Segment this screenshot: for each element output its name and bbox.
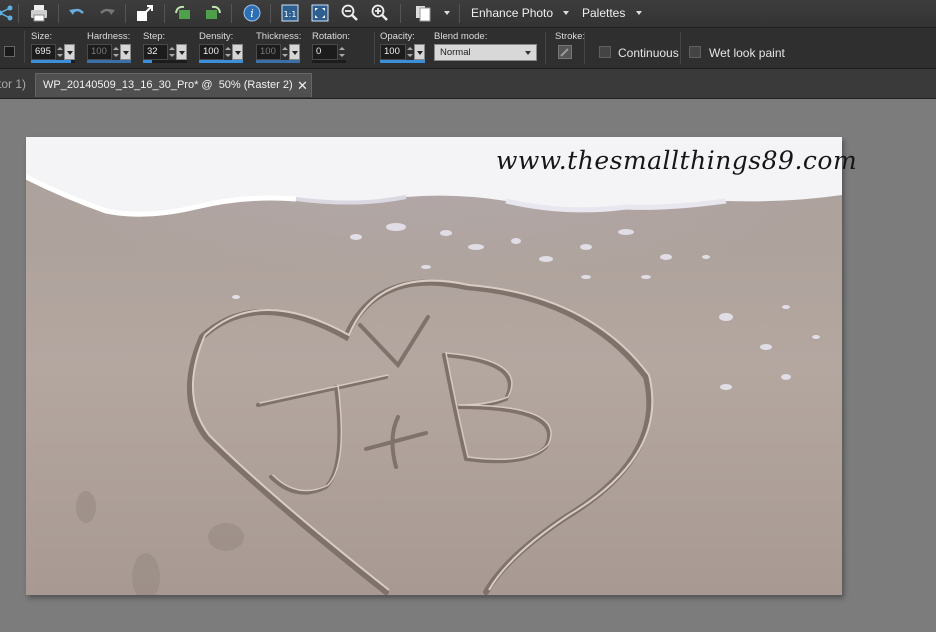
option-level-bar [199,60,243,63]
slider-dropdown-icon[interactable] [414,44,425,60]
option-label-0: Size: [31,31,53,42]
document-icon[interactable] [412,2,434,24]
stroke-label: Stroke: [555,31,586,42]
rotate-right-icon[interactable] [202,2,224,24]
enhance-photo-menu[interactable]: Enhance Photo [471,6,553,20]
option-label-5: Rotation: [312,31,351,42]
slider-dropdown-icon[interactable] [120,44,131,60]
option-value-2[interactable]: 32 [143,44,168,60]
share-icon[interactable] [0,2,16,24]
palettes-caret-icon[interactable] [636,11,642,15]
option-level-bar [256,60,300,63]
close-tab-icon[interactable]: ✕ [297,79,308,92]
info-icon[interactable]: i [241,2,263,24]
option-label-3: Density: [199,31,234,42]
brush-shape-swatch[interactable] [4,46,15,57]
redo-icon[interactable] [96,2,118,24]
slider-dropdown-icon[interactable] [64,44,75,60]
tab-previous-document[interactable]: tor 1) [0,69,31,98]
undo-icon[interactable] [66,2,88,24]
spin-arrows-icon[interactable] [406,44,413,60]
option-label-1: Hardness: [87,31,131,42]
document-dropdown-icon[interactable] [444,11,450,15]
option-value-4[interactable]: 100 [256,44,281,60]
spin-arrows-icon[interactable] [112,44,119,60]
blend-mode-label: Blend mode: [434,31,488,42]
option-value-3[interactable]: 100 [199,44,224,60]
tab-active-document[interactable]: WP_20140509_13_16_30_Pro* @ 50% (Raster … [35,73,312,97]
slider-dropdown-icon[interactable] [232,44,243,60]
watermark-text: www.thesmallthings89.com [496,146,858,175]
spin-arrows-icon[interactable] [338,44,345,60]
print-icon[interactable] [28,2,50,24]
svg-text:1:1: 1:1 [284,10,297,19]
spin-arrows-icon[interactable] [281,44,288,60]
spin-arrows-icon[interactable] [168,44,175,60]
option-label-4: Thickness: [256,31,302,42]
zoom-in-icon[interactable] [369,2,391,24]
option-level-bar [143,60,187,63]
main-toolbar: i 1:1 Enhance Photo Palettes [0,0,936,28]
rotate-left-icon[interactable] [172,2,194,24]
option-level-bar [312,60,346,63]
svg-text:i: i [250,7,254,20]
option-level-bar [31,60,75,63]
wet-look-checkbox[interactable] [689,46,701,58]
blend-mode-select[interactable]: Normal [434,44,537,61]
zoom-out-icon[interactable] [339,2,361,24]
option-label-2: Step: [143,31,166,42]
wet-look-label: Wet look paint [709,46,785,60]
continuous-checkbox[interactable] [599,46,611,58]
slider-dropdown-icon[interactable] [289,44,300,60]
option-value-5[interactable]: 0 [312,44,338,60]
option-value-6[interactable]: 100 [380,44,406,60]
continuous-label: Continuous [618,46,679,60]
spin-arrows-icon[interactable] [56,44,63,60]
photo-canvas[interactable] [26,137,842,595]
actual-size-icon[interactable]: 1:1 [279,2,301,24]
option-value-0[interactable]: 695 [31,44,56,60]
option-level-bar [380,60,425,63]
tab-title: WP_20140509_13_16_30_Pro* @ 50% (Raster … [43,79,293,91]
slider-dropdown-icon[interactable] [176,44,187,60]
option-label-6: Opacity: [380,31,415,42]
stroke-icon[interactable] [558,45,572,59]
palettes-menu[interactable]: Palettes [582,6,625,20]
document-tab-bar: tor 1) WP_20140509_13_16_30_Pro* @ 50% (… [0,69,936,99]
enhance-photo-caret-icon[interactable] [563,11,569,15]
fit-window-icon[interactable] [309,2,331,24]
option-level-bar [87,60,131,63]
resize-canvas-icon[interactable] [134,2,156,24]
spin-arrows-icon[interactable] [224,44,231,60]
option-value-1[interactable]: 100 [87,44,112,60]
